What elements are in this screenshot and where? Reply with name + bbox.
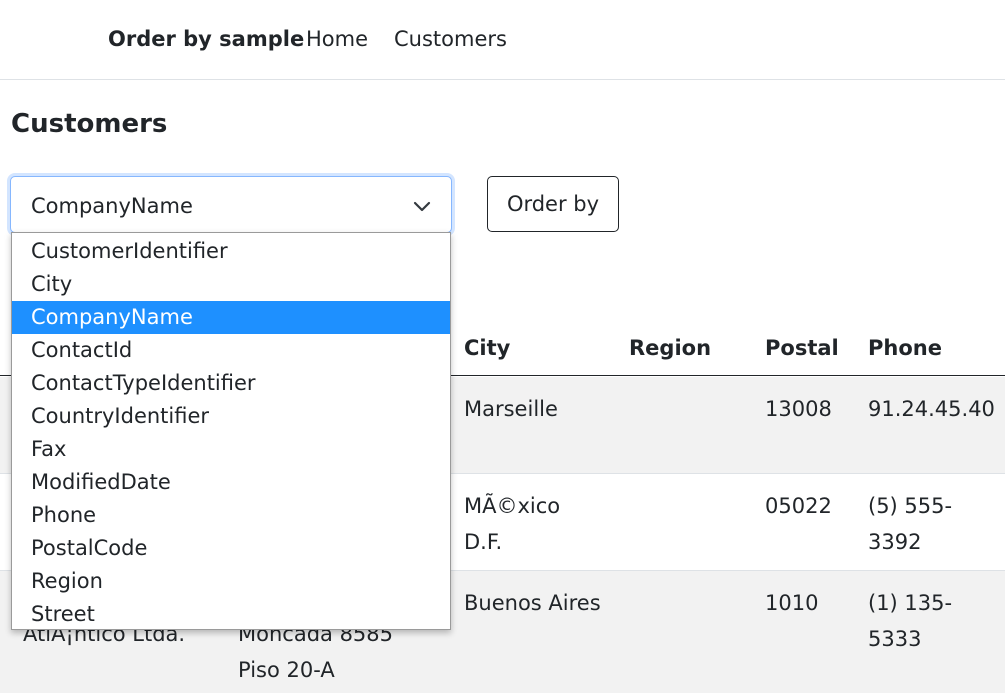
- option-modifieddate[interactable]: ModifiedDate: [12, 466, 450, 499]
- header-phone[interactable]: Phone: [868, 335, 942, 361]
- cell-phone: (5) 555-3392: [868, 494, 953, 554]
- option-street[interactable]: Street: [12, 598, 450, 631]
- option-countryidentifier[interactable]: CountryIdentifier: [12, 400, 450, 433]
- navbar-brand[interactable]: Order by sample: [108, 26, 304, 52]
- header-region[interactable]: Region: [629, 335, 711, 361]
- page-title: Customers: [11, 109, 168, 139]
- cell-city: MÃ©xico D.F.: [464, 494, 561, 554]
- cell-postal: 13008: [765, 397, 832, 421]
- cell-phone: 91.24.45.40: [868, 397, 995, 421]
- cell-postal: 05022: [765, 494, 832, 518]
- nav-link-customers[interactable]: Customers: [394, 26, 507, 52]
- option-postalcode[interactable]: PostalCode: [12, 532, 450, 565]
- nav-link-home[interactable]: Home: [306, 26, 368, 52]
- chevron-down-icon: [413, 201, 431, 212]
- cell-city: Marseille: [464, 397, 558, 421]
- option-region[interactable]: Region: [12, 565, 450, 598]
- cell-phone: (1) 135-5333: [868, 591, 953, 651]
- option-city[interactable]: City: [12, 268, 450, 301]
- cell-postal: 1010: [765, 591, 819, 615]
- option-fax[interactable]: Fax: [12, 433, 450, 466]
- option-contacttypeidentifier[interactable]: ContactTypeIdentifier: [12, 367, 450, 400]
- header-postal[interactable]: Postal: [765, 335, 839, 361]
- order-field-dropdown-list: CustomerIdentifier City CompanyName Cont…: [11, 232, 451, 630]
- navbar: Order by sample Home Customers: [0, 0, 1005, 80]
- option-phone[interactable]: Phone: [12, 499, 450, 532]
- option-companyname[interactable]: CompanyName: [12, 301, 450, 334]
- cell-city: Buenos Aires: [464, 591, 601, 615]
- order-field-select[interactable]: CompanyName: [10, 176, 452, 233]
- header-city[interactable]: City: [464, 335, 510, 361]
- option-customeridentifier[interactable]: CustomerIdentifier: [12, 235, 450, 268]
- select-value: CompanyName: [31, 194, 193, 218]
- option-contactid[interactable]: ContactId: [12, 334, 450, 367]
- order-by-button[interactable]: Order by: [487, 176, 619, 232]
